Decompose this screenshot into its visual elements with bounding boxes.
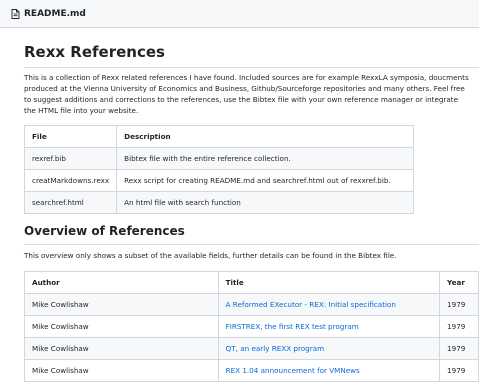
- files-table: File Description rexref.bib Bibtex file …: [23, 125, 415, 214]
- reference-link[interactable]: A Reformed EXecutor - REX: Initial speci…: [226, 300, 396, 309]
- description-cell: An html file with search function: [116, 191, 415, 214]
- col-header-title: Title: [217, 271, 441, 294]
- file-cell: creatMarkdowns.rexx: [23, 169, 118, 192]
- author-cell: Mike Cowlishaw: [24, 337, 219, 360]
- title-cell: REX 1.04 announcement for VMNews: [217, 359, 441, 382]
- author-cell: Mike Cowlishaw: [24, 315, 219, 338]
- col-header-author: Author: [24, 271, 219, 294]
- description-cell: Rexx script for creating README.md and s…: [116, 169, 415, 192]
- table-row: Mike Cowlishaw QT, an early REXX program…: [24, 337, 479, 360]
- author-cell: Mike Cowlishaw: [24, 359, 219, 382]
- table-row: Mike Cowlishaw FIRSTREX, the first REX t…: [24, 315, 479, 338]
- file-cell: rexref.bib: [23, 147, 118, 170]
- title-cell: A Reformed EXecutor - REX: Initial speci…: [217, 293, 441, 316]
- files-table-header: File Description: [23, 125, 415, 148]
- col-header-year: Year: [439, 271, 479, 294]
- col-header-file: File: [23, 125, 118, 148]
- description-cell: Bibtex file with the entire reference co…: [116, 147, 415, 170]
- reference-link[interactable]: QT, an early REXX program: [226, 344, 325, 353]
- overview-heading: Overview of References: [24, 223, 479, 245]
- year-cell: 1979: [439, 337, 479, 360]
- page-title: Rexx References: [24, 42, 479, 68]
- file-name[interactable]: README.md: [24, 9, 86, 19]
- col-header-description: Description: [116, 125, 415, 148]
- author-cell: Mike Cowlishaw: [24, 293, 219, 316]
- intro-paragraph: This is a collection of Rexx related ref…: [24, 73, 469, 115]
- reference-link[interactable]: REX 1.04 announcement for VMNews: [226, 366, 360, 375]
- references-table: Author Title Year Mike Cowlishaw A Refor…: [24, 271, 479, 382]
- file-icon: [11, 8, 20, 19]
- references-table-header: Author Title Year: [24, 271, 479, 294]
- reference-link[interactable]: FIRSTREX, the first REX test program: [226, 322, 359, 331]
- title-cell: QT, an early REXX program: [217, 337, 441, 360]
- file-header-bar: README.md: [0, 0, 479, 28]
- title-cell: FIRSTREX, the first REX test program: [217, 315, 441, 338]
- table-row: rexref.bib Bibtex file with the entire r…: [23, 147, 415, 170]
- file-cell: searchref.html: [23, 191, 118, 214]
- year-cell: 1979: [439, 359, 479, 382]
- table-row: creatMarkdowns.rexx Rexx script for crea…: [23, 169, 415, 192]
- table-row: searchref.html An html file with search …: [23, 191, 415, 214]
- table-row: Mike Cowlishaw A Reformed EXecutor - REX…: [24, 293, 479, 316]
- year-cell: 1979: [439, 315, 479, 338]
- table-row: Mike Cowlishaw REX 1.04 announcement for…: [24, 359, 479, 382]
- year-cell: 1979: [439, 293, 479, 316]
- overview-paragraph: This overview only shows a subset of the…: [24, 251, 397, 260]
